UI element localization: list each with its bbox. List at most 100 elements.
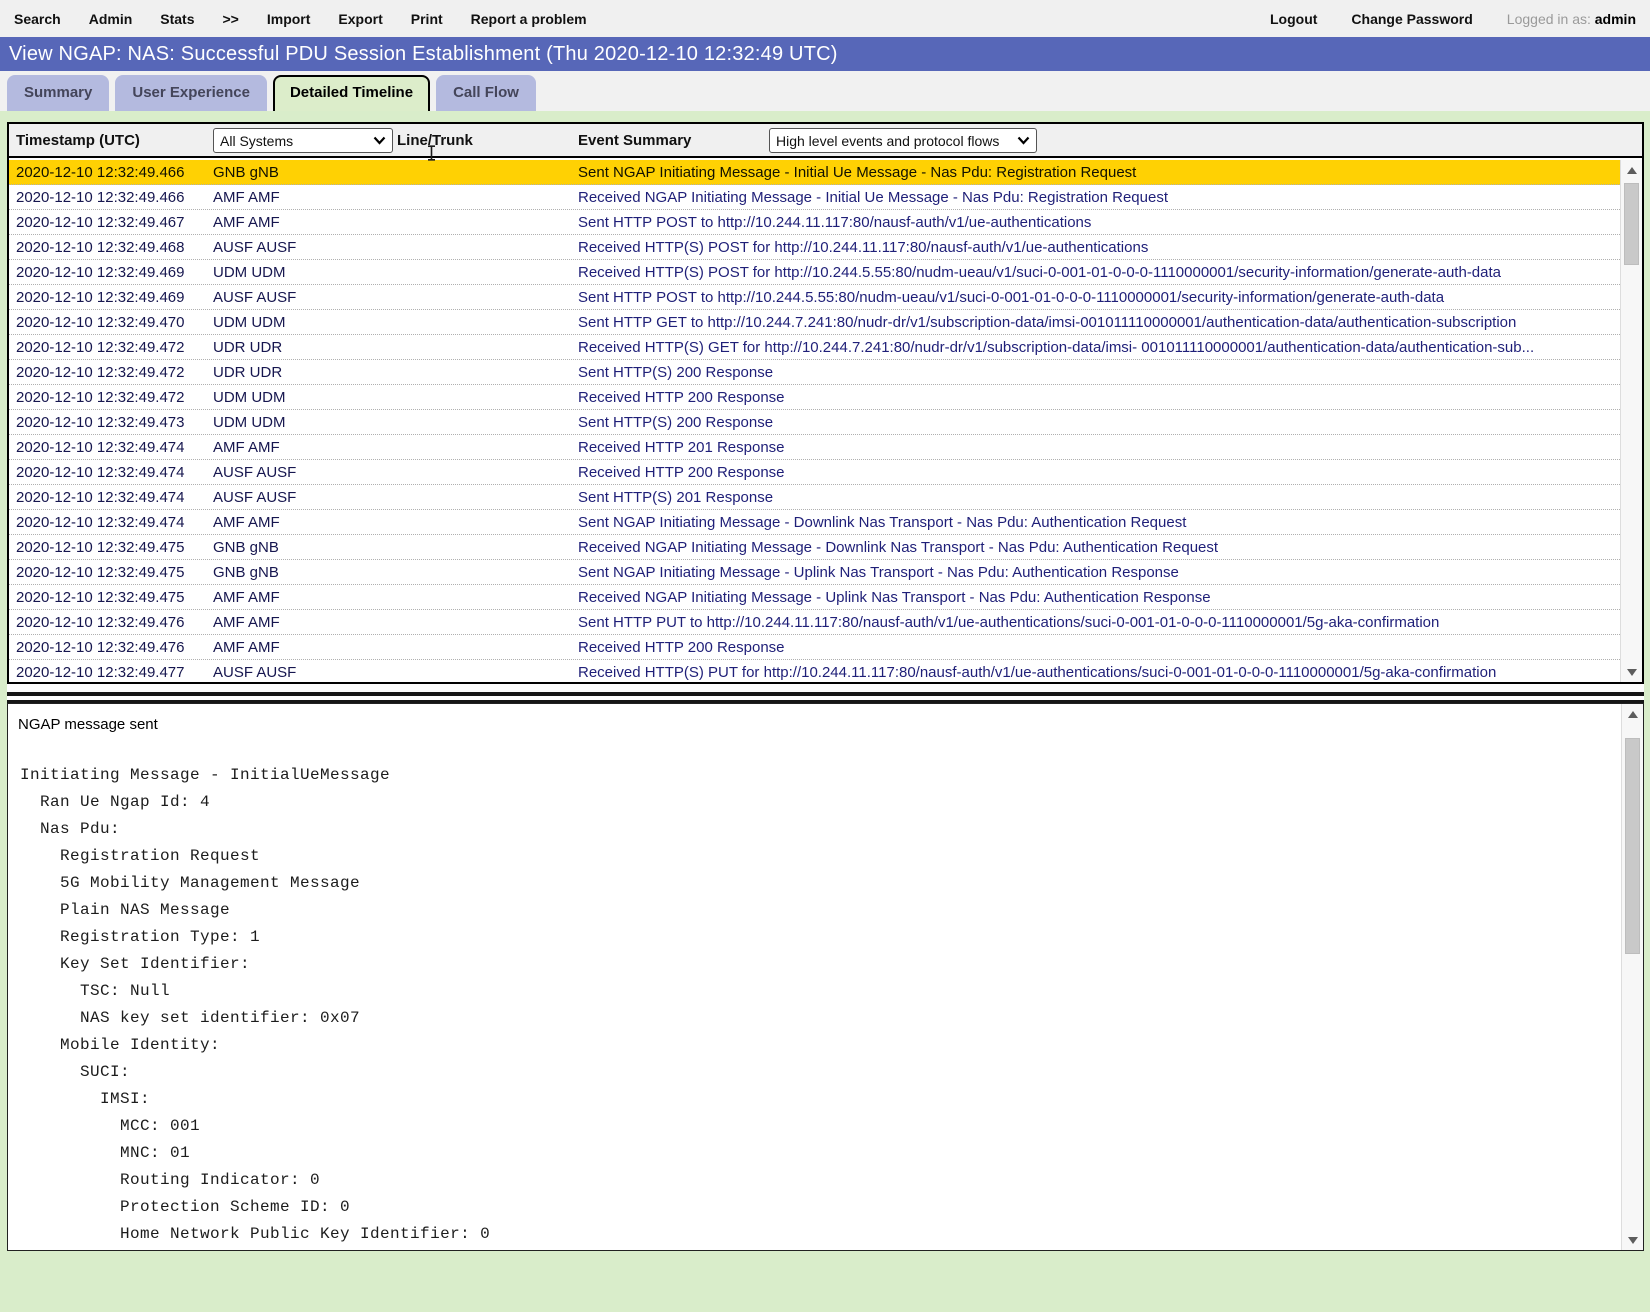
system-filter-value: All Systems bbox=[220, 132, 294, 149]
cell-system: UDM UDM bbox=[213, 389, 286, 406]
detail-line: MNC: 01 bbox=[20, 1144, 191, 1162]
cell-system: AMF AMF bbox=[213, 189, 280, 206]
cell-system: AUSF AUSF bbox=[213, 489, 297, 506]
cell-timestamp: 2020-12-10 12:32:49.475 bbox=[16, 539, 185, 556]
timeline-row[interactable]: 2020-12-10 12:32:49.475 AMF AMF Received… bbox=[9, 585, 1620, 610]
timeline-row[interactable]: 2020-12-10 12:32:49.474 AUSF AUSF Receiv… bbox=[9, 460, 1620, 485]
menu-item-logout[interactable]: Logout bbox=[1270, 11, 1317, 27]
col-timestamp: Timestamp (UTC) bbox=[16, 132, 140, 149]
tab[interactable]: Summary bbox=[7, 75, 110, 111]
chevron-down-icon bbox=[1017, 136, 1030, 145]
cell-event-summary: Received HTTP(S) POST for http://10.244.… bbox=[578, 239, 1149, 256]
cell-timestamp: 2020-12-10 12:32:49.475 bbox=[16, 564, 185, 581]
menu-item[interactable]: Import bbox=[267, 11, 311, 27]
detail-line: MCC: 001 bbox=[20, 1117, 201, 1135]
menu-item[interactable]: >> bbox=[223, 11, 239, 27]
triangle-down-icon bbox=[1627, 1236, 1638, 1244]
cell-system: UDM UDM bbox=[213, 314, 286, 331]
menu-item[interactable]: Export bbox=[338, 11, 382, 27]
cell-system: GNB gNB bbox=[213, 564, 279, 581]
cell-timestamp: 2020-12-10 12:32:49.477 bbox=[16, 664, 185, 681]
cell-system: AMF AMF bbox=[213, 639, 280, 656]
scroll-up-button[interactable] bbox=[1621, 160, 1642, 180]
tab[interactable]: Call Flow bbox=[436, 75, 536, 111]
timeline-row[interactable]: 2020-12-10 12:32:49.473 UDM UDM Sent HTT… bbox=[9, 410, 1620, 435]
detail-line: Protection Scheme ID: 0 bbox=[20, 1198, 351, 1216]
timeline-row[interactable]: 2020-12-10 12:32:49.477 AUSF AUSF Receiv… bbox=[9, 660, 1620, 682]
menu-item[interactable]: Search bbox=[14, 11, 61, 27]
title-bar: View NGAP: NAS: Successful PDU Session E… bbox=[0, 37, 1650, 71]
timeline-row[interactable]: 2020-12-10 12:32:49.475 GNB gNB Sent NGA… bbox=[9, 560, 1620, 585]
timeline-scrollbar[interactable] bbox=[1620, 160, 1642, 682]
cell-timestamp: 2020-12-10 12:32:49.469 bbox=[16, 264, 185, 281]
cell-system: AUSF AUSF bbox=[213, 664, 297, 681]
event-filter-value: High level events and protocol flows bbox=[776, 132, 1000, 149]
triangle-down-icon bbox=[1626, 668, 1637, 676]
menu-item[interactable]: Print bbox=[411, 11, 443, 27]
detail-line: 5G Mobility Management Message bbox=[20, 874, 361, 892]
detail-scrollbar-thumb[interactable] bbox=[1625, 738, 1640, 954]
cell-timestamp: 2020-12-10 12:32:49.470 bbox=[16, 314, 185, 331]
cell-event-summary: Received HTTP(S) POST for http://10.244.… bbox=[578, 264, 1502, 281]
cell-event-summary: Received NGAP Initiating Message - Downl… bbox=[578, 539, 1219, 556]
cell-timestamp: 2020-12-10 12:32:49.476 bbox=[16, 639, 185, 656]
cell-timestamp: 2020-12-10 12:32:49.472 bbox=[16, 339, 185, 356]
detail-line: Plain NAS Message bbox=[20, 901, 231, 919]
timeline-row[interactable]: 2020-12-10 12:32:49.470 UDM UDM Sent HTT… bbox=[9, 310, 1620, 335]
timeline-row[interactable]: 2020-12-10 12:32:49.474 AUSF AUSF Sent H… bbox=[9, 485, 1620, 510]
timeline-row[interactable]: 2020-12-10 12:32:49.475 GNB gNB Received… bbox=[9, 535, 1620, 560]
cell-timestamp: 2020-12-10 12:32:49.474 bbox=[16, 514, 185, 531]
panel-splitter[interactable] bbox=[7, 692, 1644, 703]
cell-event-summary: Received HTTP(S) PUT for http://10.244.1… bbox=[578, 664, 1497, 681]
cell-event-summary: Sent NGAP Initiating Message - Downlink … bbox=[578, 514, 1187, 531]
timeline-row[interactable]: 2020-12-10 12:32:49.467 AMF AMF Sent HTT… bbox=[9, 210, 1620, 235]
timeline-row[interactable]: 2020-12-10 12:32:49.469 AUSF AUSF Sent H… bbox=[9, 285, 1620, 310]
menu-item[interactable]: Report a problem bbox=[471, 11, 587, 27]
timeline-row[interactable]: 2020-12-10 12:32:49.474 AMF AMF Received… bbox=[9, 435, 1620, 460]
menu-item[interactable]: Stats bbox=[160, 11, 194, 27]
detail-line: Registration Type: 1 bbox=[20, 928, 261, 946]
text-cursor-icon bbox=[428, 145, 435, 161]
detail-line: IMSI: bbox=[20, 1090, 151, 1108]
menu-item-change-password[interactable]: Change Password bbox=[1351, 11, 1472, 27]
col-event-summary: Event Summary bbox=[578, 132, 692, 149]
timeline-panel: Timestamp (UTC) All Systems Line/Trunk E… bbox=[7, 122, 1644, 684]
timeline-row[interactable]: 2020-12-10 12:32:49.472 UDR UDR Received… bbox=[9, 335, 1620, 360]
timeline-scrollbar-thumb[interactable] bbox=[1624, 183, 1639, 265]
cell-timestamp: 2020-12-10 12:32:49.473 bbox=[16, 414, 185, 431]
menu-item[interactable]: Admin bbox=[89, 11, 133, 27]
cell-event-summary: Received HTTP 200 Response bbox=[578, 389, 785, 406]
timeline-row[interactable]: 2020-12-10 12:32:49.472 UDM UDM Received… bbox=[9, 385, 1620, 410]
cell-system: UDR UDR bbox=[213, 364, 283, 381]
timeline-rows: 2020-12-10 12:32:49.466 GNB gNB Sent NGA… bbox=[9, 160, 1620, 682]
cell-event-summary: Received HTTP 200 Response bbox=[578, 464, 785, 481]
timeline-row[interactable]: 2020-12-10 12:32:49.472 UDR UDR Sent HTT… bbox=[9, 360, 1620, 385]
timeline-row[interactable]: 2020-12-10 12:32:49.476 AMF AMF Received… bbox=[9, 635, 1620, 660]
timeline-row[interactable]: 2020-12-10 12:32:49.476 AMF AMF Sent HTT… bbox=[9, 610, 1620, 635]
detail-line: Mobile Identity: bbox=[20, 1036, 221, 1054]
scroll-down-button[interactable] bbox=[1622, 1230, 1643, 1250]
timeline-row[interactable]: 2020-12-10 12:32:49.468 AUSF AUSF Receiv… bbox=[9, 235, 1620, 260]
detail-scrollbar[interactable] bbox=[1621, 704, 1643, 1250]
tab[interactable]: User Experience bbox=[115, 75, 267, 111]
timeline-row[interactable]: 2020-12-10 12:32:49.466 GNB gNB Sent NGA… bbox=[9, 160, 1620, 185]
cell-event-summary: Received HTTP(S) GET for http://10.244.7… bbox=[578, 339, 1535, 356]
detail-line: Ran Ue Ngap Id: 4 bbox=[20, 793, 211, 811]
cell-timestamp: 2020-12-10 12:32:49.469 bbox=[16, 289, 185, 306]
detail-line: NAS key set identifier: 0x07 bbox=[20, 1009, 361, 1027]
timeline-row[interactable]: 2020-12-10 12:32:49.469 UDM UDM Received… bbox=[9, 260, 1620, 285]
tab[interactable]: Detailed Timeline bbox=[272, 75, 431, 111]
triangle-up-icon bbox=[1627, 710, 1638, 718]
timeline-row[interactable]: 2020-12-10 12:32:49.466 AMF AMF Received… bbox=[9, 185, 1620, 210]
scroll-down-button[interactable] bbox=[1621, 662, 1642, 682]
cell-event-summary: Sent HTTP(S) 201 Response bbox=[578, 489, 774, 506]
detail-line: Initiating Message - InitialUeMessage bbox=[20, 766, 391, 784]
system-filter-select[interactable]: All Systems bbox=[213, 128, 393, 153]
cell-timestamp: 2020-12-10 12:32:49.474 bbox=[16, 439, 185, 456]
username: admin bbox=[1594, 10, 1636, 27]
scroll-up-button[interactable] bbox=[1622, 704, 1643, 724]
cell-timestamp: 2020-12-10 12:32:49.474 bbox=[16, 489, 185, 506]
chevron-down-icon bbox=[373, 136, 386, 145]
event-filter-select[interactable]: High level events and protocol flows bbox=[769, 128, 1037, 153]
timeline-row[interactable]: 2020-12-10 12:32:49.474 AMF AMF Sent NGA… bbox=[9, 510, 1620, 535]
